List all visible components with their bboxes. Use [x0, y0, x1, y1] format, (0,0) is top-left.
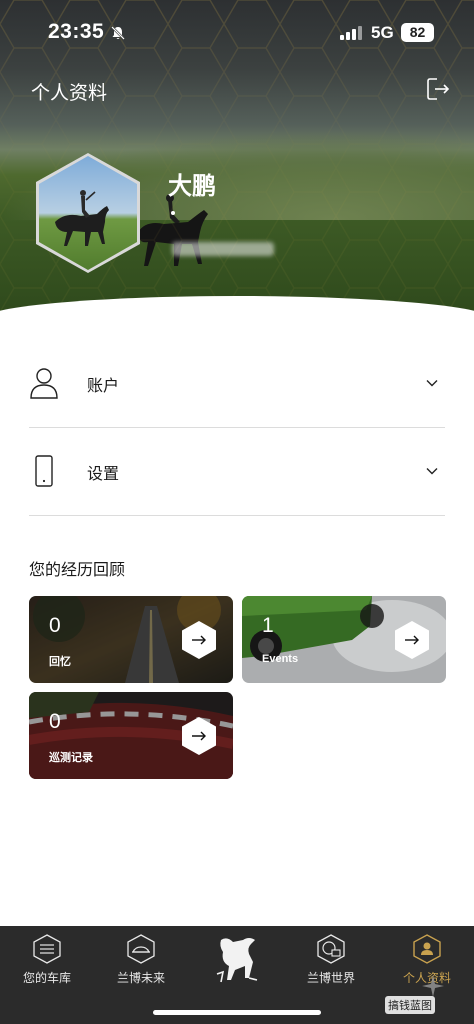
- network-type: 5G: [371, 23, 394, 42]
- card-label: Events: [262, 653, 299, 665]
- avatar-hexagon-image: [36, 153, 140, 273]
- garage-icon: [33, 934, 61, 964]
- card-label: 回忆: [49, 656, 71, 668]
- tab-future[interactable]: 兰博未来: [94, 926, 188, 996]
- tab-world[interactable]: 兰博世界: [284, 926, 378, 996]
- status-dot: [171, 211, 175, 215]
- arrow-right-icon[interactable]: [181, 620, 217, 660]
- tab-label: 兰博世界: [306, 971, 355, 985]
- watermark-text: 搞钱蓝图: [385, 996, 435, 1014]
- tab-label: 兰博未来: [116, 971, 165, 985]
- menu-row-account[interactable]: 账户: [29, 340, 445, 428]
- home-indicator[interactable]: [153, 1010, 321, 1015]
- signal-icon: [340, 26, 362, 40]
- tab-garage[interactable]: 您的车库: [0, 926, 94, 996]
- experience-section-title: 您的经历回顾: [29, 562, 126, 579]
- card-count: 0: [49, 614, 61, 637]
- menu-row-label: 账户: [87, 378, 120, 395]
- arrow-right-icon[interactable]: [394, 620, 430, 660]
- user-name: 大鹏: [168, 173, 216, 200]
- battery-level: 82: [401, 23, 434, 42]
- sparkle-icon: [422, 975, 444, 997]
- status-bar: 23:35 5G 82: [0, 0, 474, 62]
- user-icon: [30, 368, 58, 399]
- arrow-right-icon[interactable]: [181, 716, 217, 756]
- car-icon: [127, 934, 155, 964]
- card-count: 0: [49, 710, 61, 733]
- menu-row-label: 设置: [87, 466, 120, 483]
- profile-icon: [413, 934, 441, 964]
- phone-number-blurred: [172, 242, 274, 256]
- lamborghini-bull-icon[interactable]: [213, 934, 261, 984]
- status-time: 23:35: [48, 20, 105, 43]
- card-events[interactable]: 1 Events: [242, 596, 446, 683]
- bell-slash-icon: [111, 26, 125, 40]
- chevron-down-icon: [426, 468, 438, 475]
- menu-row-settings[interactable]: 设置: [29, 428, 445, 516]
- card-count: 1: [262, 614, 274, 637]
- tab-label: 您的车库: [22, 971, 71, 985]
- card-track-records[interactable]: 0 巡测记录: [29, 692, 233, 779]
- page-title: 个人资料: [31, 83, 108, 104]
- globe-icon: [317, 934, 345, 964]
- chevron-down-icon: [426, 380, 438, 387]
- phone-icon: [35, 455, 53, 487]
- logout-icon[interactable]: [425, 76, 451, 102]
- card-memories[interactable]: 0 回忆: [29, 596, 233, 683]
- card-label: 巡测记录: [49, 752, 93, 764]
- avatar[interactable]: [35, 152, 141, 274]
